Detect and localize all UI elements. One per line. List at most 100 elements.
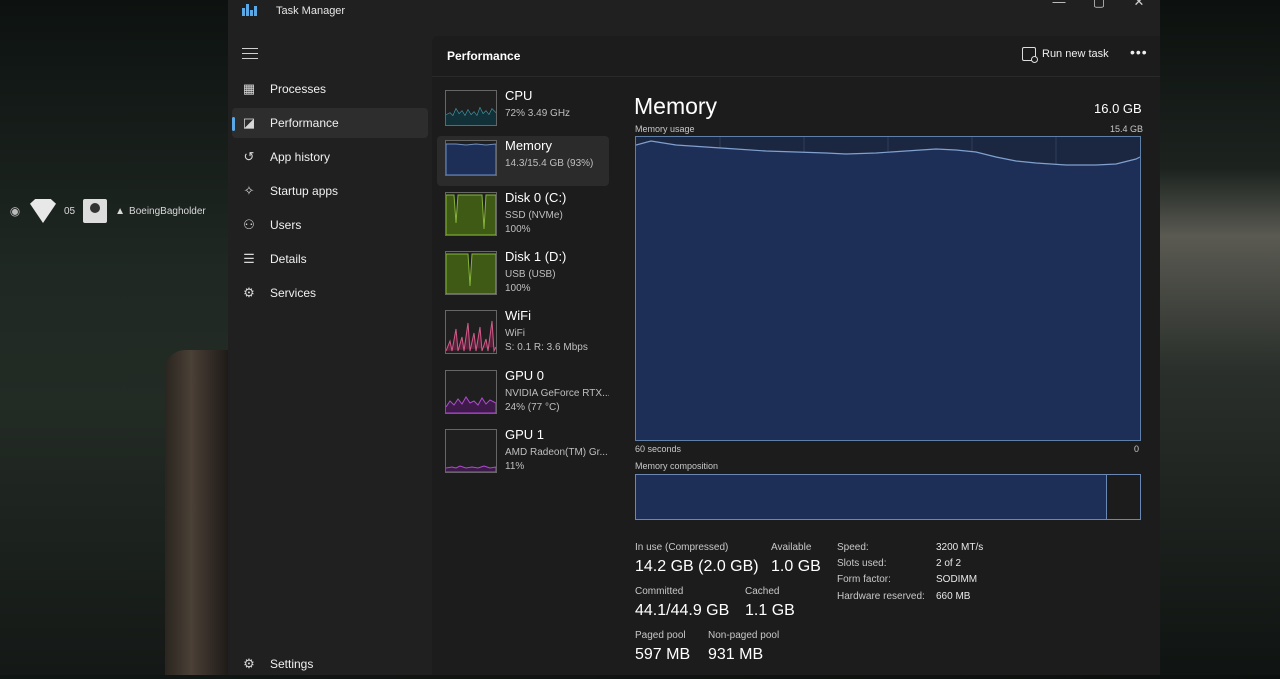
run-task-icon [1022,47,1038,63]
device-detail-2: 100% [505,224,531,235]
cpu-thumbnail [445,90,497,126]
sidebar-item-performance[interactable]: ◪ Performance [232,108,428,138]
performance-icon: ◪ [242,115,256,130]
device-detail: 14.3/15.4 GB (93%) [505,158,594,169]
speed-label: Speed: [837,542,869,553]
memory-total: 16.0 GB [1094,101,1142,116]
gpu1-thumbnail [445,429,497,473]
sidebar-item-users[interactable]: ⚇ Users [232,210,428,240]
available-label: Available [771,542,812,553]
device-name: CPU [505,88,533,103]
cached-label: Cached [745,586,780,597]
sidebar-nav: ▦ Processes ◪ Performance ↺ App history … [228,38,432,675]
more-options-button[interactable]: ••• [1130,44,1148,60]
memory-composition-label: Memory composition [635,461,719,471]
paged-pool-label: Paged pool [635,630,686,641]
sidebar-item-label: Services [270,286,317,300]
device-name: Disk 0 (C:) [505,190,567,205]
task-manager-icon [242,4,258,16]
composition-modified [1103,475,1107,519]
device-detail-2: S: 0.1 R: 3.6 Mbps [505,342,588,353]
sidebar-item-label: Processes [270,82,327,96]
device-memory[interactable]: Memory 14.3/15.4 GB (93%) [437,136,609,186]
wifi-thumbnail [445,310,497,354]
title-bar[interactable]: Task Manager — ▢ ✕ [228,0,1160,28]
device-detail: WiFi [505,328,525,339]
users-icon: ⚇ [243,217,255,232]
committed-label: Committed [635,586,684,597]
gpu0-thumbnail [445,370,497,414]
device-gpu-0[interactable]: GPU 0 NVIDIA GeForce RTX... 24% (77 °C) [437,366,609,416]
time-axis-right: 0 [1134,444,1140,454]
device-wifi[interactable]: WiFi WiFi S: 0.1 R: 3.6 Mbps [437,306,609,356]
run-new-task-button[interactable]: Run new task [1022,47,1109,63]
time-axis-left: 60 seconds [635,444,682,454]
background-figure [165,350,230,675]
task-manager-window: Task Manager — ▢ ✕ ▦ Processes ◪ Perform… [228,0,1160,675]
overlay-username: BoeingBagholder [129,205,206,217]
services-icon: ⚙ [243,285,255,300]
processes-icon: ▦ [242,81,256,96]
settings-gear-icon: ⚙ [243,656,255,671]
disk1-thumbnail [445,251,497,295]
startup-icon: ✧ [243,183,255,198]
memory-usage-label: Memory usage [635,124,695,134]
details-icon: ☰ [243,251,255,266]
user-icon: ▲ [115,205,126,217]
cached-value: 1.1 GB [745,602,795,619]
slots-label: Slots used: [837,558,887,569]
sidebar-item-label: App history [270,150,331,164]
sidebar-item-label: Details [270,252,307,266]
memory-thumbnail [445,140,497,176]
device-cpu[interactable]: CPU 72% 3.49 GHz [437,86,609,136]
device-detail-2: 11% [505,461,525,472]
performance-panel: Performance Run new task ••• CPU 72% 3.4… [432,36,1160,675]
memory-usage-graph [635,136,1141,441]
overlay-user: ▲ BoeingBagholder [115,206,206,217]
available-value: 1.0 GB [771,558,821,575]
device-name: WiFi [505,308,531,323]
form-factor-value: SODIMM [936,574,978,585]
memory-usage-max: 15.4 GB [1110,124,1144,134]
sidebar-item-details[interactable]: ☰ Details [232,244,428,274]
close-button[interactable]: ✕ [1124,0,1154,10]
history-icon: ↺ [243,149,255,164]
content-header: Performance Run new task ••• [432,36,1160,77]
rank-badge-icon [30,199,56,223]
slots-value: 2 of 2 [936,558,962,569]
overlay-count: 05 [64,205,76,217]
device-disk-1[interactable]: Disk 1 (D:) USB (USB) 100% [437,247,609,297]
composition-in-use [636,475,1104,519]
sidebar-item-startup-apps[interactable]: ✧ Startup apps [232,176,428,206]
in-use-label: In use (Compressed) [635,542,729,553]
device-detail: NVIDIA GeForce RTX... [505,388,609,399]
device-gpu-1[interactable]: GPU 1 AMD Radeon(TM) Gr... 11% [437,425,609,475]
device-detail: 72% 3.49 GHz [505,108,571,119]
paged-pool-value: 597 MB [635,646,691,663]
device-detail-2: 100% [505,283,531,294]
memory-composition-bar [635,474,1141,520]
active-indicator [232,117,235,131]
avatar [83,199,108,223]
minimize-button[interactable]: — [1044,0,1074,9]
hamburger-menu-icon[interactable] [242,48,258,60]
speed-value: 3200 MT/s [936,542,984,553]
hardware-reserved-value: 660 MB [936,591,971,602]
sidebar-item-label: Performance [270,116,339,130]
device-disk-0[interactable]: Disk 0 (C:) SSD (NVMe) 100% [437,188,609,238]
device-detail: SSD (NVMe) [505,210,563,221]
sidebar-item-app-history[interactable]: ↺ App history [232,142,428,172]
game-overlay: ◉ 05 ▲ BoeingBagholder [8,197,206,225]
sidebar-item-services[interactable]: ⚙ Services [232,278,428,308]
sidebar-item-processes[interactable]: ▦ Processes [232,74,428,104]
sidebar-item-label: Users [270,218,302,232]
eye-icon: ◉ [9,204,21,218]
device-name: Disk 1 (D:) [505,249,567,264]
device-name: GPU 0 [505,368,545,383]
hardware-reserved-label: Hardware reserved: [837,591,925,602]
device-name: GPU 1 [505,427,545,442]
memory-heading: Memory [634,93,718,119]
maximize-button[interactable]: ▢ [1084,0,1114,10]
window-title: Task Manager [276,5,346,17]
form-factor-label: Form factor: [837,574,891,585]
